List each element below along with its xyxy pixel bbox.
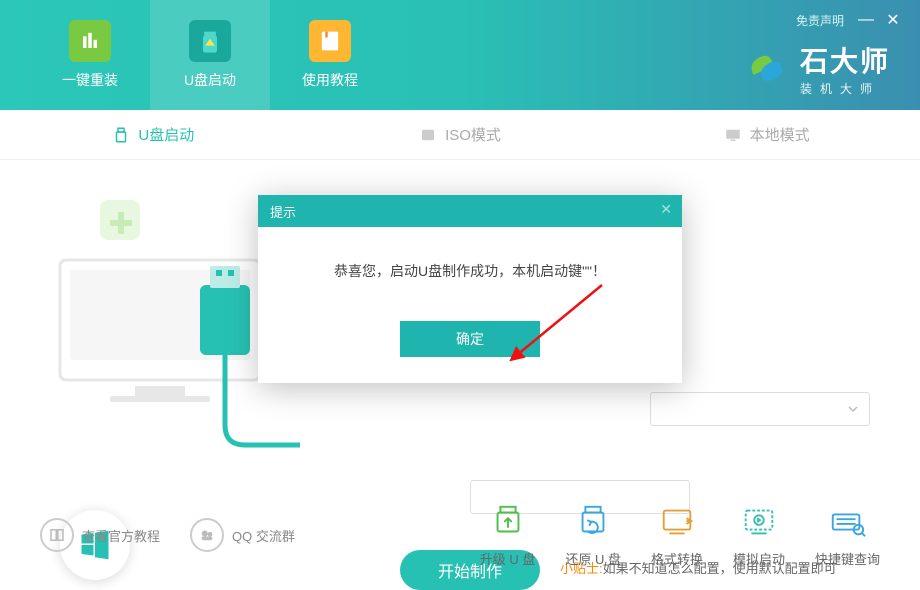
close-button[interactable]: ✕ [886, 10, 900, 30]
tool-upgrade-usb[interactable]: 升级 U 盘 [480, 503, 536, 568]
subtab-local[interactable]: 本地模式 [613, 110, 920, 159]
usb-boot-icon [189, 20, 231, 62]
brand-subtitle: 装机大师 [800, 80, 890, 97]
modal-close-button[interactable]: ✕ [660, 201, 672, 218]
tool-format-convert[interactable]: 格式转换 [651, 503, 703, 568]
qq-group-label: QQ 交流群 [232, 526, 295, 545]
modal-footer: 确定 [258, 301, 682, 383]
tab-usb-boot-label: U盘启动 [184, 70, 236, 90]
modal-ok-button[interactable]: 确定 [400, 321, 540, 357]
qq-group-link[interactable]: QQ 交流群 [190, 518, 295, 552]
config-dropdown[interactable] [650, 392, 870, 426]
subtab-local-label: 本地模式 [750, 124, 810, 145]
official-tutorial-label: 查看官方教程 [82, 526, 160, 545]
format-convert-icon [658, 503, 696, 541]
bottom-bar: 查看官方教程 QQ 交流群 升级 U 盘 还原 U 盘 格式转换 模拟启动 快捷… [0, 490, 920, 580]
sub-tabs: U盘启动 ISO模式 本地模式 [0, 110, 920, 160]
tool-hotkey-query-label: 快捷键查询 [815, 549, 880, 568]
reinstall-icon [69, 20, 111, 62]
tool-restore-usb[interactable]: 还原 U 盘 [565, 503, 621, 568]
tool-format-convert-label: 格式转换 [651, 549, 703, 568]
upgrade-usb-icon [489, 503, 527, 541]
modal-header: 提示 ✕ [258, 195, 682, 227]
tool-simulate-boot[interactable]: 模拟启动 [733, 503, 785, 568]
qq-icon [190, 518, 224, 552]
subtab-iso-label: ISO模式 [445, 124, 501, 145]
brand-title: 石大师 [800, 40, 890, 80]
tool-simulate-boot-label: 模拟启动 [733, 549, 785, 568]
tool-restore-usb-label: 还原 U 盘 [565, 549, 621, 568]
tab-reinstall[interactable]: 一键重装 [30, 0, 150, 110]
tab-reinstall-label: 一键重装 [62, 70, 118, 90]
subtab-usb-label: U盘启动 [138, 124, 194, 145]
disclaimer-link[interactable]: 免责声明 [796, 12, 844, 29]
brand: 石大师 装机大师 [744, 40, 890, 97]
subtab-usb[interactable]: U盘启动 [0, 110, 307, 159]
chevron-down-icon [847, 403, 859, 415]
modal-message: 恭喜您，启动U盘制作成功，本机启动键""！ [258, 227, 682, 301]
tab-tutorial-label: 使用教程 [302, 70, 358, 90]
minimize-button[interactable]: — [858, 11, 872, 29]
tool-buttons: 升级 U 盘 还原 U 盘 格式转换 模拟启动 快捷键查询 [480, 503, 880, 568]
iso-icon [419, 126, 437, 144]
brand-logo-icon [744, 46, 790, 92]
tab-tutorial[interactable]: 使用教程 [270, 0, 390, 110]
simulate-boot-icon [740, 503, 778, 541]
tutorial-icon [309, 20, 351, 62]
success-modal: 提示 ✕ 恭喜您，启动U盘制作成功，本机启动键""！ 确定 [258, 195, 682, 383]
modal-title: 提示 [270, 202, 296, 221]
tool-upgrade-usb-label: 升级 U 盘 [480, 549, 536, 568]
tool-hotkey-query[interactable]: 快捷键查询 [815, 503, 880, 568]
tab-usb-boot[interactable]: U盘启动 [150, 0, 270, 110]
official-tutorial-link[interactable]: 查看官方教程 [40, 518, 160, 552]
header-tabs: 一键重装 U盘启动 使用教程 [0, 0, 390, 110]
header-right: 免责声明 — ✕ [796, 10, 900, 30]
hotkey-query-icon [828, 503, 866, 541]
book-icon [40, 518, 74, 552]
usb-icon [112, 126, 130, 144]
restore-usb-icon [574, 503, 612, 541]
app-header: 一键重装 U盘启动 使用教程 免责声明 — ✕ 石大师 装机大师 [0, 0, 920, 110]
subtab-iso[interactable]: ISO模式 [307, 110, 614, 159]
monitor-icon [724, 126, 742, 144]
